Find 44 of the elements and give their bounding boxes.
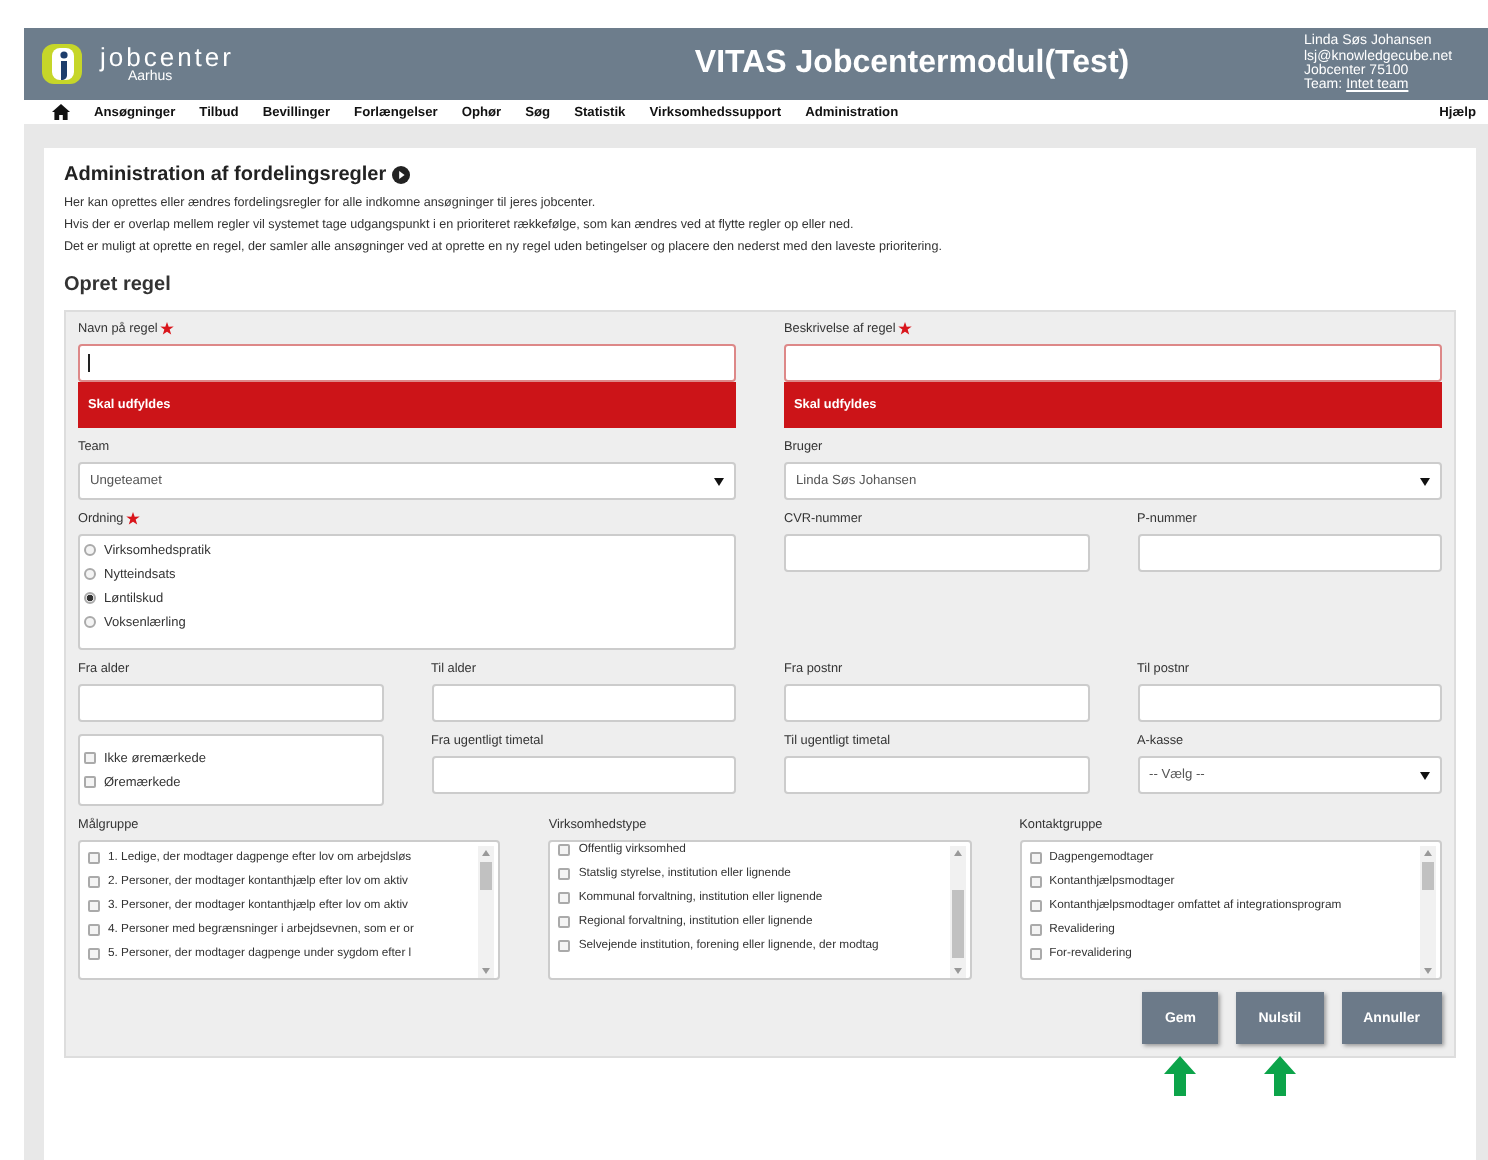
checkbox[interactable] xyxy=(88,852,100,864)
checkbox[interactable] xyxy=(88,948,100,960)
checkbox[interactable] xyxy=(88,900,100,912)
radio-button[interactable] xyxy=(84,616,96,628)
input-field[interactable] xyxy=(1137,534,1442,572)
checkbox[interactable] xyxy=(88,876,100,888)
play-circle-icon[interactable] xyxy=(392,166,411,184)
checkbox[interactable] xyxy=(88,924,100,936)
checkbox[interactable] xyxy=(84,776,96,788)
checkbox[interactable] xyxy=(1029,852,1042,864)
caret-icon xyxy=(1420,477,1430,485)
page-heading: Administration af fordelingsregler xyxy=(64,164,387,186)
checkbox[interactable] xyxy=(1029,900,1042,912)
radio-button[interactable] xyxy=(84,568,96,580)
input-field[interactable] xyxy=(784,684,1089,722)
checkbox[interactable] xyxy=(558,844,571,856)
checkbox[interactable] xyxy=(1029,948,1042,960)
input-field[interactable] xyxy=(78,344,736,382)
section-title: Opret regel xyxy=(64,274,173,296)
caret-icon xyxy=(1420,771,1430,779)
radio-button[interactable] xyxy=(84,592,96,604)
radio-button[interactable] xyxy=(84,544,96,556)
checkbox[interactable] xyxy=(1029,876,1042,888)
logo-icon xyxy=(40,42,84,86)
input-field[interactable] xyxy=(78,684,383,722)
checkbox[interactable] xyxy=(1029,924,1042,936)
caret-icon xyxy=(714,477,724,485)
app-title: VITAS Jobcentermodul(Test) xyxy=(692,46,1132,82)
scrollbar[interactable] xyxy=(1419,846,1436,978)
checkbox[interactable] xyxy=(558,940,571,952)
input-field[interactable] xyxy=(784,534,1089,572)
scrollbar[interactable] xyxy=(478,846,495,978)
input-field[interactable] xyxy=(784,344,1442,382)
logo-name: jobcenter xyxy=(100,44,234,70)
input-field[interactable] xyxy=(784,756,1089,794)
checkbox[interactable] xyxy=(558,916,571,928)
home-icon[interactable] xyxy=(52,104,70,120)
checkbox[interactable] xyxy=(558,868,571,880)
input-field[interactable] xyxy=(1137,684,1442,722)
checkbox[interactable] xyxy=(84,752,96,764)
scrollbar[interactable] xyxy=(949,846,966,978)
input-field[interactable] xyxy=(431,684,736,722)
input-field[interactable] xyxy=(431,756,736,794)
checkbox[interactable] xyxy=(558,892,571,904)
